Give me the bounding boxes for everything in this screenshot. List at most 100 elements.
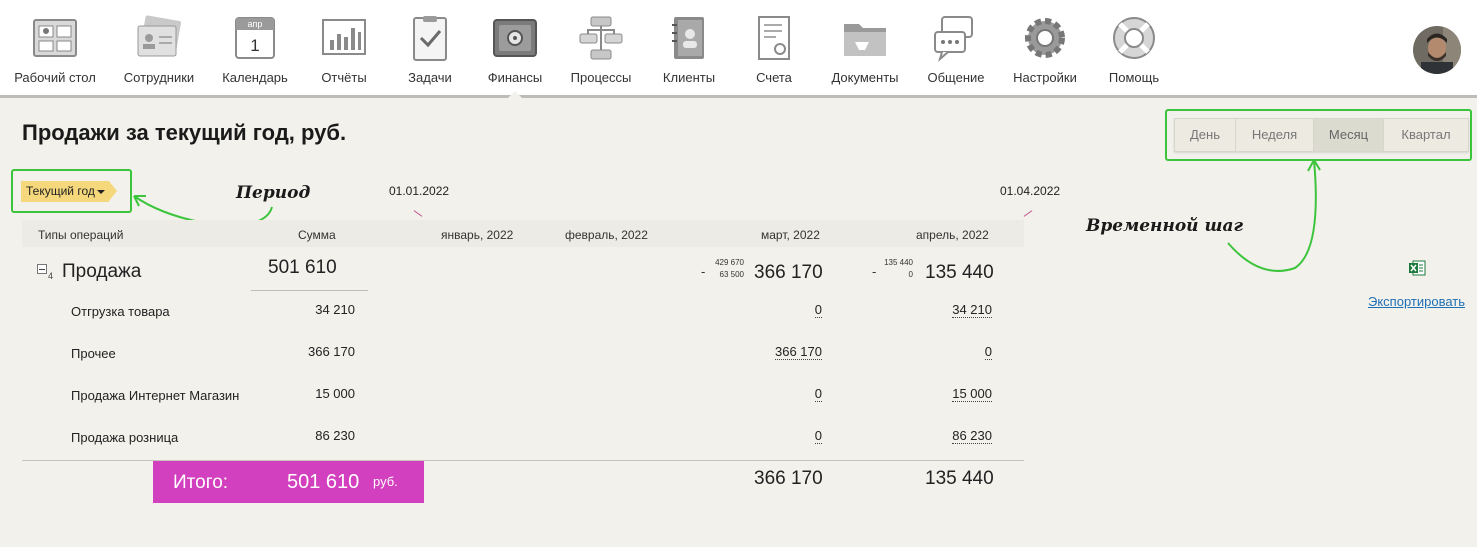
nav-label: Задачи	[408, 70, 452, 85]
row-sum: 86 230	[315, 428, 355, 443]
step-week-button[interactable]: Неделя	[1236, 119, 1314, 151]
invoice-icon	[758, 16, 790, 60]
tasks-icon	[413, 16, 447, 61]
group-mar-sign: -	[701, 264, 706, 279]
total-summary: Итого: 501 610 руб.	[153, 461, 424, 503]
reports-icon	[322, 19, 366, 55]
group-name: Продажа	[62, 261, 142, 282]
row-sum: 366 170	[308, 344, 355, 359]
row-name: Отгрузка товара	[71, 304, 170, 319]
step-day-button[interactable]: День	[1175, 119, 1236, 151]
safe-icon	[493, 19, 537, 57]
period-dropdown[interactable]: Текущий год	[21, 181, 117, 202]
total-mar: 366 170	[754, 468, 823, 489]
nav-label: Настройки	[1013, 70, 1077, 85]
nav-item-documents[interactable]: Документы	[824, 0, 906, 95]
row-mar-value[interactable]: 366 170	[775, 345, 822, 360]
nav-item-employees[interactable]: Сотрудники	[118, 0, 200, 95]
header-month-apr: апрель, 2022	[916, 228, 989, 242]
nav-item-tasks[interactable]: Задачи	[389, 0, 471, 95]
row-sum: 15 000	[315, 386, 355, 401]
table-header	[22, 220, 1024, 247]
nav-label: Календарь	[222, 70, 288, 85]
nav-item-processes[interactable]: Процессы	[560, 0, 642, 95]
group-count: 4	[48, 271, 54, 281]
header-sum: Сумма	[298, 228, 336, 242]
period-label: Текущий год	[26, 184, 95, 198]
nav-item-communication[interactable]: Общение	[915, 0, 997, 95]
nav-label: Счета	[756, 70, 792, 85]
page-title: Продажи за текущий год, руб.	[22, 120, 347, 145]
total-unit: руб.	[373, 474, 398, 489]
total-label: Итого:	[173, 472, 229, 493]
nav-label: Клиенты	[662, 70, 716, 85]
total-apr: 135 440	[925, 468, 994, 489]
header-month-mar: март, 2022	[761, 228, 820, 242]
nav-item-settings[interactable]: Настройки	[1004, 0, 1086, 95]
excel-icon[interactable]	[1408, 260, 1426, 276]
nav-label: Документы	[831, 70, 899, 85]
row-apr-value[interactable]: 0	[984, 345, 992, 360]
group-sum: 501 610	[268, 257, 337, 278]
user-avatar[interactable]	[1413, 26, 1461, 74]
header-month-feb: февраль, 2022	[565, 228, 648, 242]
nav-item-finance[interactable]: Финансы	[474, 0, 556, 98]
range-start-date: 01.01.2022	[389, 184, 450, 198]
row-apr-value[interactable]: 34 210	[952, 303, 992, 318]
nav-label: Рабочий стол	[14, 70, 96, 85]
top-nav: Рабочий стол Сотрудники апр 1 Календарь	[0, 0, 1477, 98]
range-end-marker	[1023, 210, 1033, 217]
time-step-selector: День Неделя Месяц Квартал	[1174, 118, 1469, 152]
annotation-period: Период	[236, 183, 311, 203]
employees-icon	[137, 15, 182, 57]
collapse-toggle[interactable]	[37, 264, 47, 274]
row-mar-value[interactable]: 0	[814, 387, 822, 402]
lifebuoy-icon	[1113, 17, 1155, 59]
nav-label: Процессы	[570, 70, 632, 85]
avatar-image	[1413, 26, 1461, 74]
export-link[interactable]: Экспортировать	[1368, 294, 1465, 309]
sum-divider	[251, 290, 368, 291]
row-name: Продажа розница	[71, 430, 179, 445]
nav-label: Общение	[927, 70, 985, 85]
nav-item-desktop[interactable]: Рабочий стол	[14, 0, 96, 95]
desktop-icon	[33, 19, 77, 57]
row-mar-value[interactable]: 0	[814, 429, 822, 444]
nav-label: Сотрудники	[123, 70, 195, 85]
calendar-day: 1	[250, 36, 259, 55]
group-apr-sign: -	[872, 264, 877, 279]
step-quarter-button[interactable]: Квартал	[1384, 119, 1468, 151]
range-start-marker	[413, 210, 423, 217]
annotation-time-step: Временной шаг	[1086, 216, 1244, 236]
step-month-button[interactable]: Месяц	[1314, 119, 1384, 151]
header-types: Типы операций	[38, 228, 124, 242]
group-mar-top: 429 670	[715, 258, 744, 267]
calendar-month: апр	[248, 19, 263, 29]
header-month-jan: январь, 2022	[441, 228, 514, 242]
nav-item-calendar[interactable]: апр 1 Календарь	[214, 0, 296, 95]
group-mar-total: 366 170	[754, 262, 823, 283]
nav-label: Отчёты	[321, 70, 367, 85]
nav-item-invoices[interactable]: Счета	[733, 0, 815, 95]
row-name: Продажа Интернет Магазин	[71, 388, 240, 403]
nav-item-clients[interactable]: Клиенты	[648, 0, 730, 95]
range-end-date: 01.04.2022	[1000, 184, 1061, 198]
row-name: Прочее	[71, 346, 116, 361]
nav-label: Финансы	[487, 70, 543, 85]
group-apr-bottom: 0	[908, 270, 913, 279]
clients-icon	[672, 17, 704, 59]
group-apr-total: 135 440	[925, 262, 994, 283]
calendar-icon: апр 1	[235, 17, 275, 59]
row-apr-value[interactable]: 15 000	[952, 387, 992, 402]
group-mar-bottom: 63 500	[719, 270, 744, 279]
row-apr-value[interactable]: 86 230	[952, 429, 992, 444]
gear-icon	[1025, 18, 1065, 58]
row-mar-value[interactable]: 0	[814, 303, 822, 318]
chevron-down-icon	[96, 190, 105, 194]
nav-item-help[interactable]: Помощь	[1093, 0, 1175, 95]
total-sum: 501 610	[287, 471, 360, 493]
nav-label: Помощь	[1108, 70, 1160, 85]
nav-item-reports[interactable]: Отчёты	[303, 0, 385, 95]
row-sum: 34 210	[315, 302, 355, 317]
processes-icon	[579, 16, 623, 60]
